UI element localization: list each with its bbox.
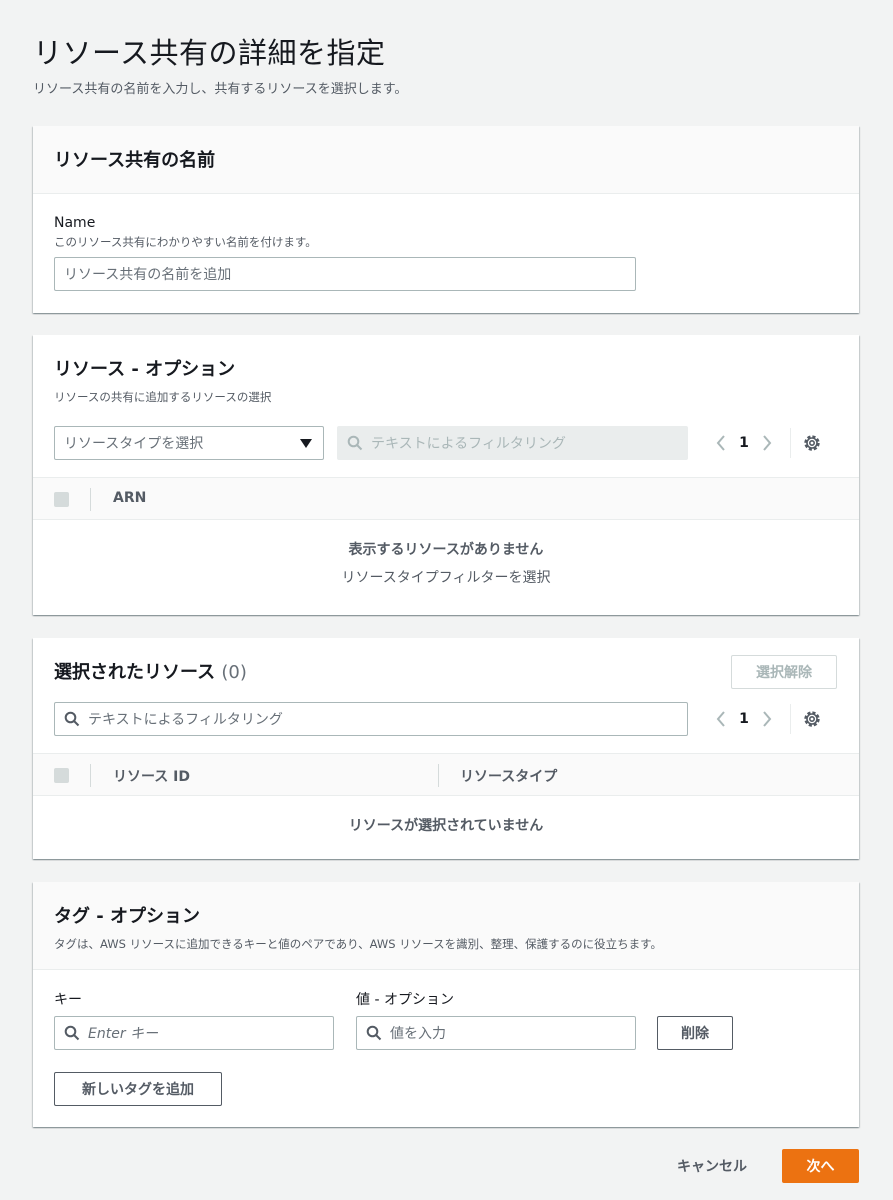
column-separator	[90, 764, 91, 787]
name-field-labels: Name このリソース共有にわかりやすい名前を付けます。	[54, 215, 317, 250]
selected-count: (0)	[221, 662, 247, 683]
name-field-label: Name	[54, 215, 96, 231]
divider	[790, 428, 791, 458]
selected-pagination: 1	[710, 702, 823, 736]
page-title: リソース共有の詳細を指定	[33, 36, 386, 70]
panel-header: タグ - オプション タグは、AWS リソースに追加できるキーと値のペアであり、…	[33, 882, 859, 970]
selected-filter-input[interactable]: テキストによるフィルタリング	[54, 702, 688, 736]
remove-tag-button[interactable]: 削除	[657, 1016, 733, 1050]
chevron-right-icon[interactable]	[756, 702, 778, 736]
gear-icon[interactable]	[801, 432, 823, 454]
panel-title: リソース - オプション	[54, 359, 236, 380]
selected-resources-panel: 選択されたリソース (0) 選択解除 テキストによるフィルタリング 1 リソース…	[33, 638, 859, 859]
caret-down-icon	[300, 439, 312, 448]
panel-title-text: 選択されたリソース	[54, 662, 216, 683]
cancel-button[interactable]: キャンセル	[664, 1149, 760, 1183]
search-icon	[366, 1025, 382, 1041]
resource-type-select[interactable]: リソースタイプを選択	[54, 426, 324, 460]
panel-description: リソースの共有に追加するリソースの選択	[54, 390, 272, 404]
column-header-arn[interactable]: ARN	[113, 490, 146, 506]
tag-value-label: 値 - オプション	[356, 992, 454, 1008]
chevron-left-icon[interactable]	[710, 426, 732, 460]
value-placeholder: 値を入力	[390, 1026, 446, 1042]
gear-icon[interactable]	[801, 708, 823, 730]
page-number[interactable]: 1	[732, 435, 756, 451]
tags-panel: タグ - オプション タグは、AWS リソースに追加できるキーと値のペアであり、…	[33, 882, 859, 1127]
panel-title: 選択されたリソース (0)	[54, 662, 247, 683]
resources-pagination: 1	[710, 426, 823, 460]
chevron-left-icon[interactable]	[710, 702, 732, 736]
filter-placeholder: テキストによるフィルタリング	[371, 436, 566, 452]
select-all-checkbox[interactable]	[54, 768, 69, 783]
search-icon	[347, 435, 363, 451]
page-description: リソース共有の名前を入力し、共有するリソースを選択します。	[33, 82, 408, 97]
panel-header: 選択されたリソース (0)	[54, 658, 247, 684]
resources-table-header: ARN	[33, 477, 859, 520]
resources-panel: リソース - オプション リソースの共有に追加するリソースの選択 リソースタイプ…	[33, 335, 859, 615]
resource-share-name-panel: リソース共有の名前 Name このリソース共有にわかりやすい名前を付けます。 リ…	[33, 126, 859, 313]
panel-title: リソース共有の名前	[54, 150, 216, 171]
resource-share-name-input[interactable]: リソース共有の名前を追加	[54, 257, 636, 291]
add-tag-button[interactable]: 新しいタグを追加	[54, 1072, 222, 1106]
column-header-resource-type[interactable]: リソースタイプ	[460, 766, 557, 786]
deselect-button[interactable]: 選択解除	[731, 655, 837, 689]
select-placeholder: リソースタイプを選択	[64, 436, 204, 452]
panel-header: リソース - オプション リソースの共有に追加するリソースの選択	[54, 355, 271, 405]
search-icon	[64, 711, 80, 727]
name-field-hint: このリソース共有にわかりやすい名前を付けます。	[54, 235, 317, 249]
column-separator	[438, 764, 439, 787]
tag-value-input[interactable]: 値を入力	[356, 1016, 636, 1050]
empty-state-title: リソースが選択されていません	[348, 818, 544, 834]
selected-table-header: リソース ID リソースタイプ	[33, 753, 859, 796]
input-placeholder: リソース共有の名前を追加	[64, 267, 232, 283]
panel-header: リソース共有の名前	[33, 126, 859, 194]
tag-key-input[interactable]: Enter キー	[54, 1016, 334, 1050]
next-button[interactable]: 次へ	[782, 1149, 859, 1183]
page-header: リソース共有の詳細を指定 リソース共有の名前を入力し、共有するリソースを選択しま…	[33, 34, 407, 97]
panel-description: タグは、AWS リソースに追加できるキーと値のペアであり、AWS リソースを識別…	[54, 937, 663, 951]
divider	[790, 704, 791, 734]
empty-state-title: 表示するリソースがありません	[348, 542, 544, 558]
select-all-checkbox[interactable]	[54, 492, 69, 507]
page-number[interactable]: 1	[732, 711, 756, 727]
panel-title: タグ - オプション	[54, 906, 201, 927]
filter-placeholder: テキストによるフィルタリング	[88, 712, 283, 728]
tag-key-label: キー	[54, 992, 82, 1008]
column-separator	[90, 488, 91, 511]
empty-state-subtitle: リソースタイプフィルターを選択	[341, 570, 551, 586]
chevron-right-icon[interactable]	[756, 426, 778, 460]
key-placeholder: Enter キー	[88, 1026, 159, 1042]
column-header-resource-id[interactable]: リソース ID	[113, 766, 190, 786]
resource-filter-input: テキストによるフィルタリング	[337, 426, 688, 460]
search-icon	[64, 1025, 80, 1041]
